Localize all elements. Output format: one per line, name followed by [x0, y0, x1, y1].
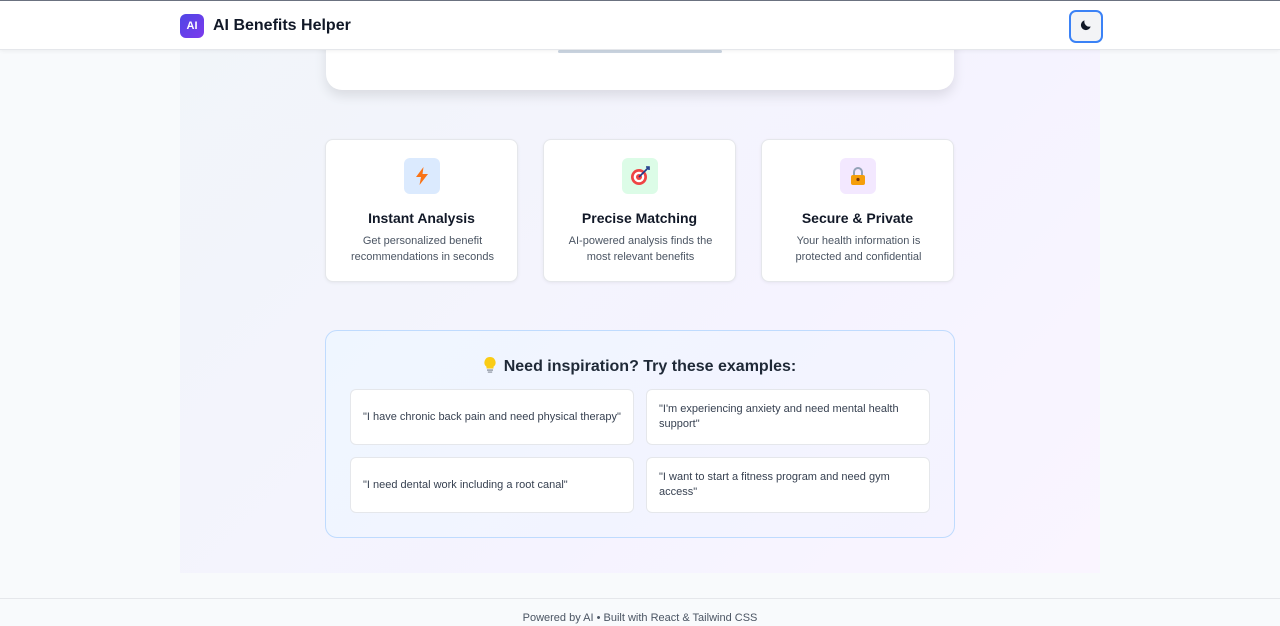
footer-text: Powered by AI • Built with React & Tailw…	[522, 612, 758, 624]
submit-button[interactable]	[558, 50, 722, 53]
feature-description: Your health information is protected and…	[795, 235, 922, 263]
brand[interactable]: AI AI Benefits Helper	[180, 14, 351, 38]
feature-title: Secure & Private	[801, 210, 914, 226]
lightbulb-icon	[484, 356, 496, 377]
example-prompt-button[interactable]: "I'm experiencing anxiety and need menta…	[646, 389, 930, 445]
example-prompt-button[interactable]: "I want to start a fitness program and n…	[646, 457, 930, 513]
example-prompt-button[interactable]: "I have chronic back pain and need physi…	[350, 389, 634, 445]
feature-description: AI-powered analysis finds the most relev…	[568, 235, 713, 263]
moon-icon	[1079, 18, 1093, 35]
examples-section: Need inspiration? Try these examples: "I…	[325, 330, 955, 538]
feature-title: Instant Analysis	[368, 210, 475, 226]
examples-heading-text: Need inspiration? Try these examples:	[503, 358, 797, 375]
app-title: AI Benefits Helper	[213, 17, 351, 34]
footer: Powered by AI • Built with React & Tailw…	[0, 598, 1280, 626]
lock-icon	[840, 158, 876, 194]
feature-card-precise-matching: Precise Matching AI-powered analysis fin…	[543, 139, 736, 282]
target-icon	[622, 158, 658, 194]
theme-toggle-button[interactable]	[1069, 10, 1103, 43]
feature-card-instant-analysis: Instant Analysis Get personalized benefi…	[325, 139, 518, 282]
feature-description: Get personalized benefit recommendations…	[350, 235, 495, 263]
example-prompt-button[interactable]: "I need dental work including a root can…	[350, 457, 634, 513]
brand-logo: AI	[180, 14, 204, 38]
feature-title: Precise Matching	[581, 210, 698, 226]
feature-card-secure-private: Secure & Private Your health information…	[761, 139, 954, 282]
lightning-icon	[404, 158, 440, 194]
examples-heading: Need inspiration? Try these examples:	[326, 356, 954, 377]
top-navbar: AI AI Benefits Helper	[0, 0, 1280, 50]
